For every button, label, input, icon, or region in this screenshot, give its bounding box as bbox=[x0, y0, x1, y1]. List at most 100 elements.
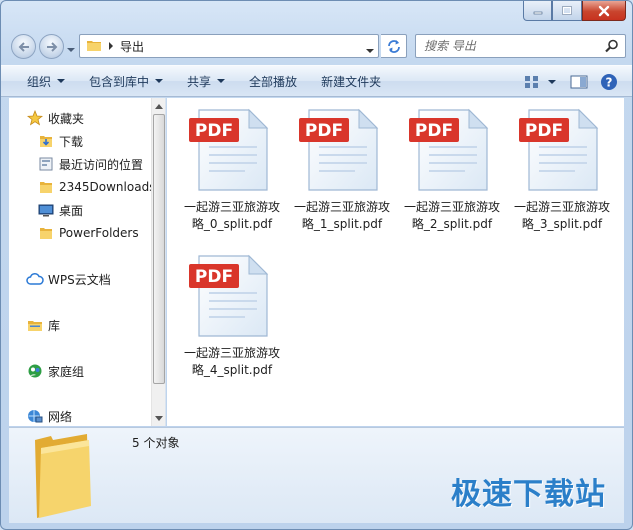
chevron-down-icon bbox=[67, 48, 75, 52]
maximize-icon bbox=[562, 5, 572, 15]
file-name: 一起游三亚旅游攻略_2_split.pdf bbox=[403, 200, 500, 231]
navigation-tree: 收藏夹 下载 最近访问的位置 2345Downloads 桌面 PowerFol… bbox=[9, 98, 152, 426]
pdf-badge-text: PDF bbox=[195, 267, 233, 287]
navigation-scrollbar[interactable] bbox=[151, 98, 165, 426]
pdf-badge-text: PDF bbox=[305, 121, 343, 141]
include-in-library-menu[interactable]: 包含到库中 bbox=[80, 69, 172, 93]
address-history-dropdown[interactable] bbox=[366, 43, 374, 57]
nav-item-2345downloads[interactable]: 2345Downloads bbox=[37, 176, 152, 198]
star-icon bbox=[26, 109, 44, 127]
scrollbar-thumb[interactable] bbox=[153, 114, 165, 384]
nav-item-wps-cloud[interactable]: WPS云文档 bbox=[26, 268, 111, 290]
nav-label: 家庭组 bbox=[48, 364, 85, 379]
close-button[interactable] bbox=[582, 1, 626, 21]
file-item[interactable]: PDF 一起游三亚旅游攻略_4_split.pdf bbox=[182, 252, 282, 379]
nav-label: 最近访问的位置 bbox=[59, 157, 144, 172]
file-item[interactable]: PDF 一起游三亚旅游攻略_1_split.pdf bbox=[292, 106, 392, 233]
network-icon bbox=[26, 407, 44, 425]
pdf-file-icon: PDF bbox=[517, 106, 607, 194]
nav-label: WPS云文档 bbox=[48, 272, 111, 287]
pdf-file-icon: PDF bbox=[297, 106, 387, 194]
new-folder-button[interactable]: 新建文件夹 bbox=[312, 69, 390, 93]
back-button[interactable] bbox=[11, 34, 36, 59]
nav-item-downloads[interactable]: 下载 bbox=[37, 130, 83, 152]
forward-button[interactable] bbox=[39, 34, 64, 59]
share-menu[interactable]: 共享 bbox=[178, 69, 234, 93]
pdf-file-icon: PDF bbox=[407, 106, 497, 194]
pdf-badge-text: PDF bbox=[415, 121, 453, 141]
homegroup-icon bbox=[26, 362, 44, 380]
nav-item-recent-places[interactable]: 最近访问的位置 bbox=[37, 153, 143, 175]
pdf-file-icon: PDF bbox=[187, 106, 277, 194]
nav-label: PowerFolders bbox=[59, 226, 139, 240]
arrow-right-icon bbox=[46, 41, 57, 52]
nav-label: 桌面 bbox=[59, 203, 84, 218]
view-options-dropdown[interactable] bbox=[546, 70, 564, 94]
item-count: 5 个对象 bbox=[132, 436, 180, 450]
address-bar[interactable]: 导出 bbox=[79, 34, 379, 58]
new-folder-label: 新建文件夹 bbox=[321, 74, 382, 89]
preview-pane-button[interactable] bbox=[564, 70, 594, 94]
search-box[interactable] bbox=[415, 34, 626, 58]
play-all-button[interactable]: 全部播放 bbox=[240, 69, 306, 93]
minimize-button[interactable] bbox=[523, 1, 552, 21]
library-icon bbox=[26, 316, 44, 334]
command-bar: 组织 包含到库中 共享 全部播放 新建文件夹 ? bbox=[1, 65, 632, 97]
file-name: 一起游三亚旅游攻略_0_split.pdf bbox=[183, 200, 280, 231]
svg-text:?: ? bbox=[606, 76, 613, 90]
view-grid-icon bbox=[525, 76, 538, 88]
chevron-down-icon bbox=[366, 49, 374, 53]
nav-label: 网络 bbox=[48, 409, 73, 424]
breadcrumb-current[interactable]: 导出 bbox=[120, 38, 144, 55]
caption-buttons bbox=[523, 1, 626, 21]
watermark-text: 极速下载站 bbox=[451, 477, 606, 512]
file-name: 一起游三亚旅游攻略_1_split.pdf bbox=[293, 200, 390, 231]
recent-pages-dropdown[interactable] bbox=[67, 42, 75, 56]
navigation-pane: 收藏夹 下载 最近访问的位置 2345Downloads 桌面 PowerFol… bbox=[9, 98, 166, 426]
nav-item-favorites[interactable]: 收藏夹 bbox=[26, 107, 84, 129]
file-item[interactable]: PDF 一起游三亚旅游攻略_3_split.pdf bbox=[512, 106, 612, 233]
organize-menu[interactable]: 组织 bbox=[18, 69, 74, 93]
arrow-left-icon bbox=[18, 41, 29, 52]
nav-item-powerfolders[interactable]: PowerFolders bbox=[37, 222, 139, 244]
search-icon[interactable] bbox=[605, 39, 619, 56]
scroll-up-icon[interactable] bbox=[154, 101, 164, 111]
downloads-folder-icon bbox=[37, 132, 55, 150]
file-item[interactable]: PDF 一起游三亚旅游攻略_2_split.pdf bbox=[402, 106, 502, 233]
nav-item-desktop[interactable]: 桌面 bbox=[37, 199, 83, 221]
play-all-label: 全部播放 bbox=[249, 74, 298, 89]
file-list-view[interactable]: PDF 一起游三亚旅游攻略_0_split.pdf PDF 一起游三亚旅游攻略_… bbox=[167, 98, 624, 426]
maximize-button[interactable] bbox=[552, 1, 582, 21]
desktop-icon bbox=[37, 201, 55, 219]
recent-places-icon bbox=[37, 155, 55, 173]
folder-icon bbox=[37, 224, 55, 242]
nav-item-network[interactable]: 网络 bbox=[26, 405, 72, 426]
chevron-down-icon bbox=[217, 78, 226, 83]
refresh-button[interactable] bbox=[381, 34, 407, 58]
scroll-down-icon[interactable] bbox=[154, 413, 164, 423]
file-item[interactable]: PDF 一起游三亚旅游攻略_0_split.pdf bbox=[182, 106, 282, 233]
breadcrumb-arrow-icon[interactable] bbox=[108, 39, 114, 53]
nav-label: 2345Downloads bbox=[59, 180, 152, 194]
folder-icon bbox=[37, 178, 55, 196]
change-view-button[interactable] bbox=[518, 70, 546, 94]
chevron-down-icon bbox=[548, 79, 556, 84]
nav-item-homegroup[interactable]: 家庭组 bbox=[26, 360, 84, 382]
help-button[interactable]: ? bbox=[594, 70, 624, 94]
chevron-down-icon bbox=[155, 78, 164, 83]
refresh-icon bbox=[387, 40, 400, 53]
nav-label: 下载 bbox=[59, 134, 84, 149]
include-in-library-label: 包含到库中 bbox=[89, 74, 150, 89]
search-input[interactable] bbox=[424, 39, 594, 53]
file-name: 一起游三亚旅游攻略_3_split.pdf bbox=[513, 200, 610, 231]
minimize-icon bbox=[533, 11, 542, 14]
folder-icon bbox=[31, 434, 93, 521]
file-name: 一起游三亚旅游攻略_4_split.pdf bbox=[183, 346, 280, 377]
help-icon: ? bbox=[601, 74, 617, 90]
share-label: 共享 bbox=[187, 74, 212, 89]
nav-item-libraries[interactable]: 库 bbox=[26, 314, 60, 336]
close-icon bbox=[598, 5, 610, 16]
preview-pane-icon bbox=[570, 75, 588, 89]
folder-icon bbox=[86, 38, 102, 55]
nav-label: 库 bbox=[48, 318, 61, 333]
